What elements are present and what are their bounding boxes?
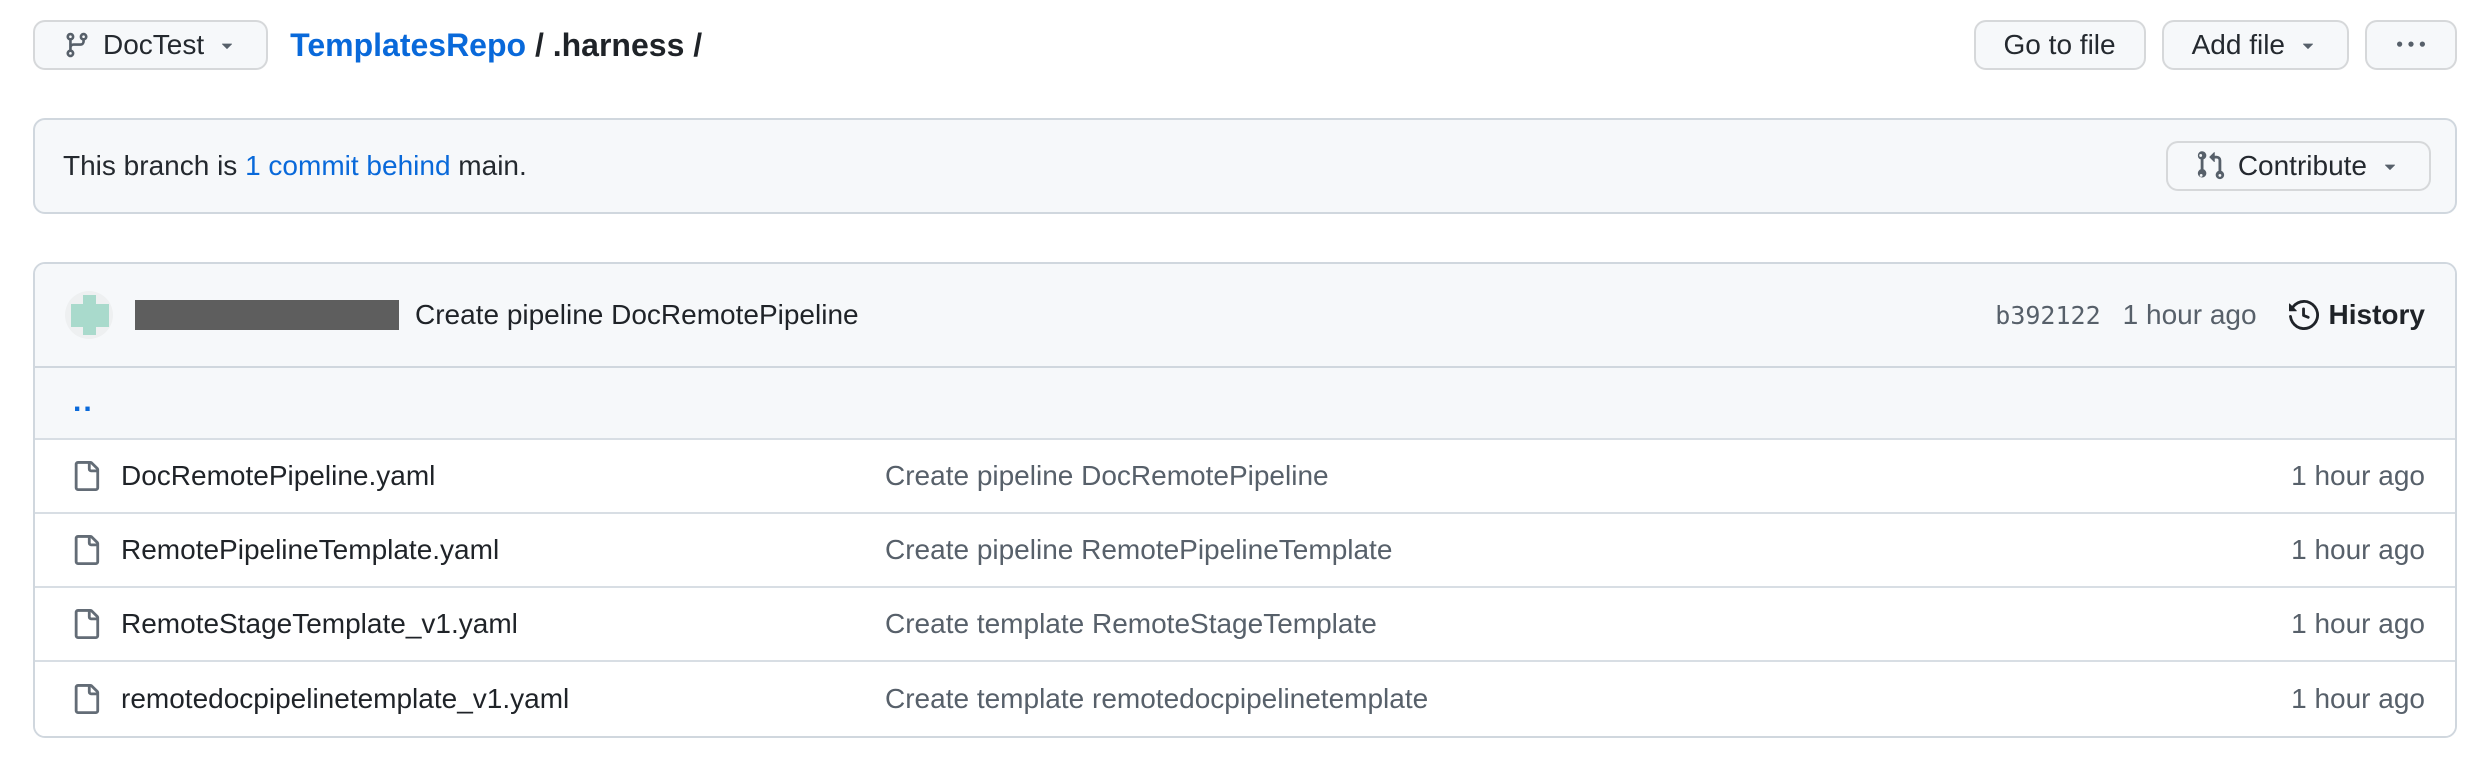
breadcrumb-separator: / xyxy=(526,27,553,63)
repo-header-actions: Go to file Add file xyxy=(1974,20,2457,70)
file-row[interactable]: remotedocpipelinetemplate_v1.yaml Create… xyxy=(35,662,2455,736)
file-icon xyxy=(71,535,101,565)
history-link[interactable]: History xyxy=(2289,299,2425,331)
file-commit-time: 1 hour ago xyxy=(2125,460,2425,492)
go-to-file-button[interactable]: Go to file xyxy=(1974,20,2146,70)
branch-status-text: This branch is 1 commit behind main. xyxy=(63,150,527,182)
latest-commit-header: Create pipeline DocRemotePipeline b39212… xyxy=(35,264,2455,368)
branch-and-breadcrumb: DocTest TemplatesRepo / .harness / xyxy=(33,20,702,70)
redacted-author-name xyxy=(135,300,399,330)
file-commit-message-link[interactable]: Create pipeline DocRemotePipeline xyxy=(885,460,2125,492)
file-table: Create pipeline DocRemotePipeline b39212… xyxy=(33,262,2457,738)
kebab-horizontal-icon xyxy=(2397,31,2425,59)
commit-message-link[interactable]: Create pipeline DocRemotePipeline xyxy=(415,299,859,331)
file-commit-message-link[interactable]: Create template RemoteStageTemplate xyxy=(885,608,2125,640)
commit-author-avatar[interactable] xyxy=(65,291,113,339)
file-name-link[interactable]: DocRemotePipeline.yaml xyxy=(121,460,885,492)
breadcrumb-current-path: .harness xyxy=(553,27,685,63)
file-commit-time: 1 hour ago xyxy=(2125,683,2425,715)
go-to-file-label: Go to file xyxy=(2004,29,2116,61)
chevron-down-icon xyxy=(216,34,238,56)
commit-time: 1 hour ago xyxy=(2123,299,2257,331)
current-branch-label: DocTest xyxy=(103,29,204,61)
branch-selector-button[interactable]: DocTest xyxy=(33,20,268,70)
file-icon xyxy=(71,461,101,491)
triangle-down-icon xyxy=(2379,155,2401,177)
triangle-down-icon xyxy=(2297,34,2319,56)
file-name-link[interactable]: RemotePipelineTemplate.yaml xyxy=(121,534,885,566)
file-commit-message-link[interactable]: Create template remotedocpipelinetemplat… xyxy=(885,683,2125,715)
parent-directory-row[interactable]: .. xyxy=(35,368,2455,440)
contribute-button[interactable]: Contribute xyxy=(2166,141,2431,191)
breadcrumb-trailing-slash: / xyxy=(684,27,702,63)
more-options-button[interactable] xyxy=(2365,20,2457,70)
history-label: History xyxy=(2329,299,2425,331)
commit-sha-link[interactable]: b392122 xyxy=(1995,301,2100,330)
git-compare-icon xyxy=(2196,151,2226,181)
repo-header-bar: DocTest TemplatesRepo / .harness / Go to… xyxy=(33,20,2457,70)
history-clock-icon xyxy=(2289,300,2319,330)
parent-directory-link[interactable]: .. xyxy=(73,385,94,418)
breadcrumb-repo-link[interactable]: TemplatesRepo xyxy=(290,27,526,63)
git-branch-icon xyxy=(63,31,91,59)
status-text-suffix: main. xyxy=(451,150,527,181)
add-file-button[interactable]: Add file xyxy=(2162,20,2349,70)
file-commit-message-link[interactable]: Create pipeline RemotePipelineTemplate xyxy=(885,534,2125,566)
file-icon xyxy=(71,609,101,639)
file-name-link[interactable]: remotedocpipelinetemplate_v1.yaml xyxy=(121,683,885,715)
file-row[interactable]: RemoteStageTemplate_v1.yaml Create templ… xyxy=(35,588,2455,662)
branch-status-banner: This branch is 1 commit behind main. Con… xyxy=(33,118,2457,214)
contribute-label: Contribute xyxy=(2238,150,2367,182)
file-commit-time: 1 hour ago xyxy=(2125,534,2425,566)
file-icon xyxy=(71,684,101,714)
repo-file-browser: DocTest TemplatesRepo / .harness / Go to… xyxy=(0,0,2490,738)
commit-meta: b392122 1 hour ago History xyxy=(1995,299,2425,331)
file-commit-time: 1 hour ago xyxy=(2125,608,2425,640)
file-row[interactable]: DocRemotePipeline.yaml Create pipeline D… xyxy=(35,440,2455,514)
commits-behind-link[interactable]: 1 commit behind xyxy=(245,150,450,181)
file-name-link[interactable]: RemoteStageTemplate_v1.yaml xyxy=(121,608,885,640)
status-text-prefix: This branch is xyxy=(63,150,245,181)
file-row[interactable]: RemotePipelineTemplate.yaml Create pipel… xyxy=(35,514,2455,588)
add-file-label: Add file xyxy=(2192,29,2285,61)
breadcrumb: TemplatesRepo / .harness / xyxy=(290,27,702,64)
